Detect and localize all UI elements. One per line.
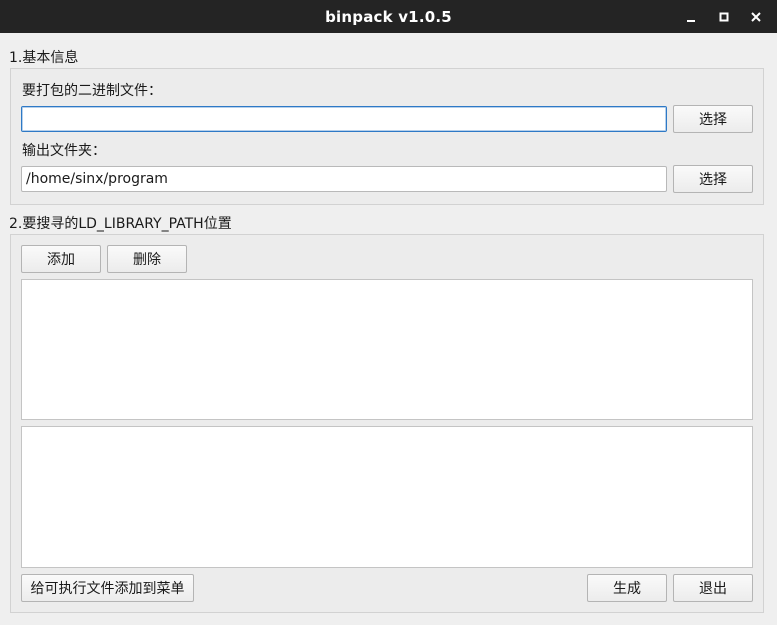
add-path-button[interactable]: 添加: [21, 245, 101, 273]
exit-button[interactable]: 退出: [673, 574, 753, 602]
minimize-button[interactable]: [676, 0, 706, 33]
close-button[interactable]: [741, 0, 771, 33]
delete-path-button[interactable]: 删除: [107, 245, 187, 273]
binary-choose-button[interactable]: 选择: [673, 105, 753, 133]
minimize-icon: [686, 12, 696, 22]
generate-button[interactable]: 生成: [587, 574, 667, 602]
close-icon: [751, 11, 761, 22]
maximize-button[interactable]: [709, 0, 739, 33]
ld-path-section-title: 2.要搜寻的LD_LIBRARY_PATH位置: [9, 216, 232, 232]
add-to-menu-button[interactable]: 给可执行文件添加到菜单: [21, 574, 194, 602]
output-log-list[interactable]: [21, 426, 753, 568]
maximize-icon: [719, 12, 729, 22]
window-title: binpack v1.0.5: [325, 7, 452, 26]
output-choose-button[interactable]: 选择: [673, 165, 753, 193]
title-bar: binpack v1.0.5: [0, 0, 777, 33]
basic-info-section-title: 1.基本信息: [9, 50, 79, 66]
output-folder-label: 输出文件夹：: [22, 143, 106, 159]
output-folder-input[interactable]: [21, 166, 667, 192]
binary-file-input[interactable]: [21, 106, 667, 132]
binary-file-label: 要打包的二进制文件：: [22, 83, 162, 99]
library-path-list[interactable]: [21, 279, 753, 420]
